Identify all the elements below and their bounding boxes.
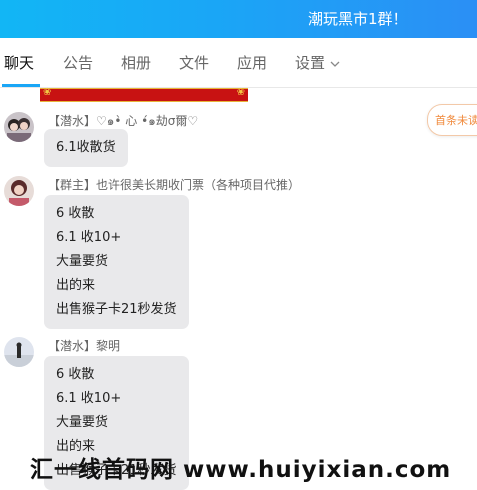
message-line: 6.1收散货 [56,140,116,155]
avatar[interactable] [4,337,34,367]
first-unread-label: 首条未读 [435,114,477,127]
group-header: 潮玩黑市1群！ [0,0,477,38]
message-line: 6 收散 [56,206,95,221]
chat-message: 【群主】也许很美长期收门票（各种项目代推） 6 收散 6.1 收10+ 大量要货… [0,176,430,329]
ornament-icon: ❀ [236,87,245,98]
ornament-icon: ❀ [43,87,52,98]
tab-settings-label: 设置 [295,54,326,72]
message-line: 出售猴子卡21秒发货 [56,302,177,317]
message-bubble[interactable]: 6 收散 6.1 收10+ 大量要货 出的来 出售猴子卡21秒发货 [44,195,189,329]
message-line: 出的来 [56,278,96,293]
active-tab-indicator [2,84,40,87]
chevron-down-icon [330,61,340,67]
message-line: 大量要货 [56,254,109,269]
tab-announcement[interactable]: 公告 [63,52,93,73]
first-unread-button[interactable]: 首条未读 [427,104,477,136]
avatar-photo-icon [4,337,34,367]
message-line: 大量要货 [56,415,109,430]
avatar-photo-icon [4,112,34,142]
tab-files[interactable]: 文件 [179,52,209,73]
chat-message: 【潜水】♡๑•̀ 心 •́๑劫σ爾♡ 6.1收散货 [0,112,430,172]
avatar[interactable] [4,112,34,142]
avatar-photo-icon [4,176,34,206]
sender-name: 【群主】也许很美长期收门票（各种项目代推） [48,178,301,192]
group-title: 潮玩黑市1群！ [308,10,408,28]
sender-name: 【潜水】黎明 [48,339,121,353]
decorative-banner: ❀ ❀ [40,87,248,102]
watermark-text: 汇一线首码网 www.huiyixian.com [30,457,452,483]
tab-chat[interactable]: 聊天 [4,52,34,73]
tab-album[interactable]: 相册 [121,52,151,73]
message-line: 6 收散 [56,367,95,382]
avatar[interactable] [4,176,34,206]
message-line: 6.1 收10+ [56,391,122,406]
tab-bar: 聊天 公告 相册 文件 应用 设置 [0,38,477,88]
message-line: 6.1 收10+ [56,230,122,245]
message-bubble[interactable]: 6.1收散货 [44,129,128,167]
tab-apps[interactable]: 应用 [237,52,267,73]
watermark: 汇一线首码网 www.huiyixian.com [0,446,477,483]
tab-settings[interactable]: 设置 [295,52,340,73]
